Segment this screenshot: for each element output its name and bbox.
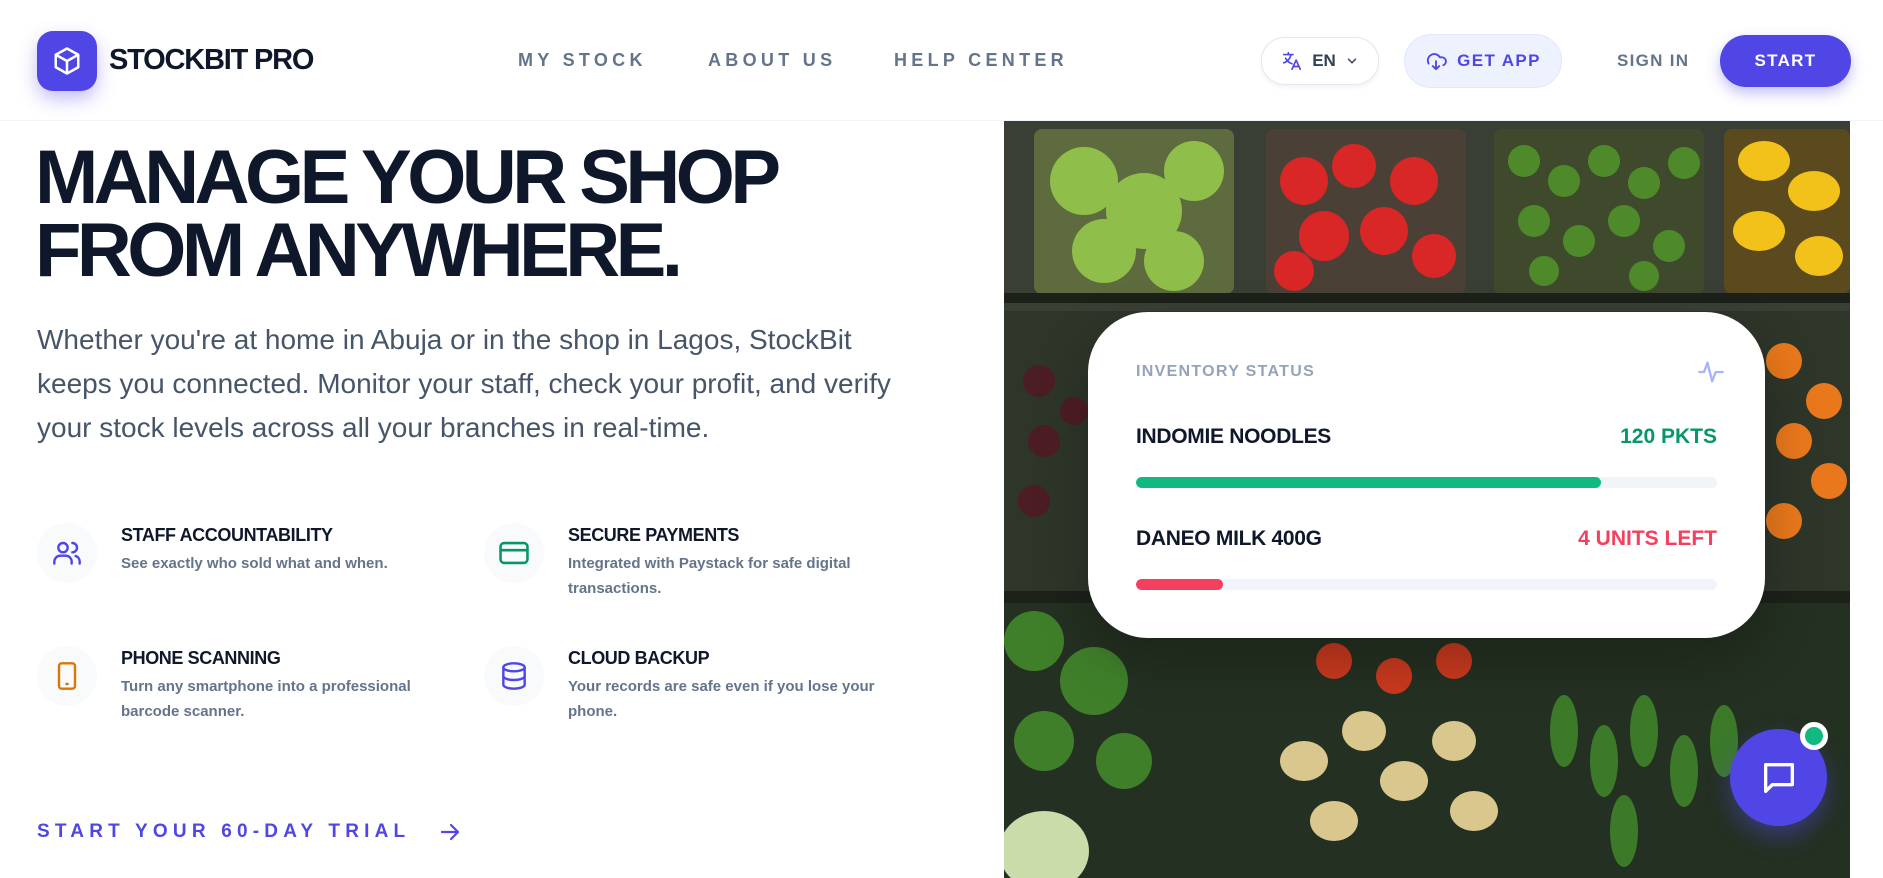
inventory-item-name: DANEO MILK 400G [1136, 527, 1322, 550]
smartphone-icon [37, 646, 97, 706]
language-label: EN [1312, 51, 1336, 70]
users-icon [37, 523, 97, 583]
get-app-label: GET APP [1457, 51, 1541, 70]
stock-level-bar [1136, 579, 1717, 590]
feature-description: Integrated with Paystack for safe digita… [568, 555, 851, 597]
feature-title: CLOUD BACKUP [568, 648, 710, 668]
feature-title: PHONE SCANNING [121, 648, 281, 668]
start-trial-link[interactable]: START YOUR 60-DAY TRIAL [37, 820, 462, 844]
nav-my-stock[interactable]: MY STOCK [518, 50, 647, 71]
database-icon [484, 646, 544, 706]
hero-title-line-2: FROM ANYWHERE. [35, 208, 683, 293]
start-trial-label: START YOUR 60-DAY TRIAL [37, 821, 411, 842]
inventory-item-qty: 120 PKTS [1620, 425, 1717, 448]
inventory-status-card: INVENTORY STATUS INDOMIE NOODLES 120 PKT… [1088, 312, 1765, 638]
feature-title: SECURE PAYMENTS [568, 525, 740, 545]
stock-level-fill [1136, 579, 1224, 590]
start-button[interactable]: START [1720, 35, 1851, 87]
activity-icon [1698, 361, 1724, 383]
inventory-item-qty: 4 UNITS LEFT [1578, 527, 1717, 550]
credit-card-icon [484, 523, 544, 583]
nav-help-center[interactable]: HELP CENTER [894, 50, 1068, 71]
feature-description: See exactly who sold what and when. [121, 555, 388, 572]
hero-description: Whether you're at home in Abuja or in th… [37, 324, 891, 443]
language-selector[interactable]: EN [1261, 37, 1379, 85]
stock-level-fill [1136, 477, 1601, 488]
brand-name[interactable]: STOCKBIT PRO [109, 44, 314, 77]
nav-about-us[interactable]: ABOUT US [708, 50, 836, 71]
feature-phone-scanning: PHONE SCANNING Turn any smartphone into … [37, 646, 457, 746]
feature-cloud-backup: CLOUD BACKUP Your records are safe even … [484, 646, 904, 746]
cloud-download-icon [1427, 53, 1447, 71]
feature-description: Turn any smartphone into a professional … [121, 678, 411, 720]
inventory-item-name: INDOMIE NOODLES [1136, 425, 1332, 448]
arrow-right-icon [441, 823, 460, 841]
feature-secure-payments: SECURE PAYMENTS Integrated with Paystack… [484, 523, 904, 623]
site-header: STOCKBIT PRO MY STOCK ABOUT US HELP CENT… [0, 0, 1883, 121]
feature-description: Your records are safe even if you lose y… [568, 678, 875, 720]
feature-staff-accountability: STAFF ACCOUNTABILITY See exactly who sol… [37, 523, 457, 623]
stock-level-bar [1136, 477, 1717, 488]
inventory-status-label: INVENTORY STATUS [1136, 363, 1316, 380]
translate-icon [1283, 51, 1302, 71]
cube-icon[interactable] [37, 31, 97, 91]
chevron-down-icon [1347, 58, 1357, 64]
chat-icon [1763, 762, 1794, 793]
hero-title: MANAGE YOUR SHOP FROM ANYWHERE. [35, 140, 935, 289]
online-status-dot [1800, 722, 1828, 750]
get-app-button[interactable]: GET APP [1404, 34, 1562, 88]
feature-title: STAFF ACCOUNTABILITY [121, 525, 333, 545]
sign-in-link[interactable]: SIGN IN [1617, 51, 1689, 71]
